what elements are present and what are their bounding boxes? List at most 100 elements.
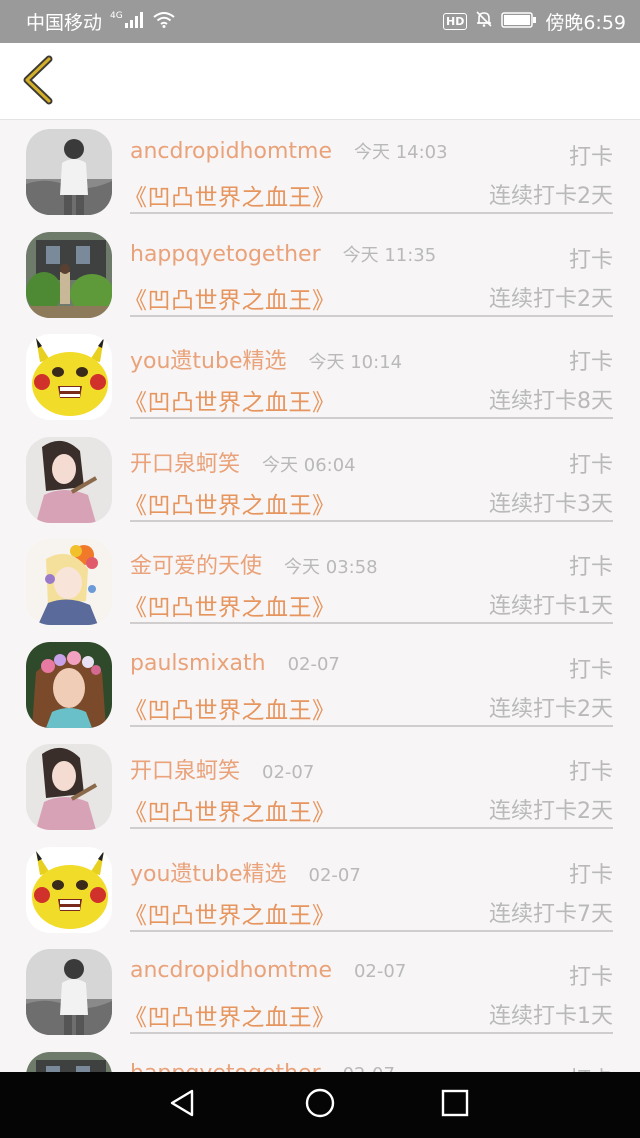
- avatar[interactable]: [26, 334, 112, 420]
- work-title[interactable]: 《凹凸世界之血王》: [124, 595, 336, 621]
- carrier-label: 中国移动: [26, 12, 103, 34]
- avatar[interactable]: [26, 436, 112, 523]
- list-item-detail: 《凹凸世界之血王》 连续打卡8天: [124, 383, 613, 416]
- avatar[interactable]: [26, 1051, 112, 1072]
- avatar[interactable]: [26, 539, 112, 625]
- timestamp: 02-07: [287, 653, 340, 675]
- timestamp: 02-07: [308, 864, 361, 886]
- hd-badge: HD: [442, 13, 468, 30]
- username[interactable]: 开口泉蚵笑: [130, 452, 240, 477]
- list-item-header: 开口泉蚵笑 今天 06:04 打卡: [130, 446, 613, 478]
- list-item[interactable]: ancdropidhomtme 今天 14:03 打卡《凹凸世界之血王》 连续打卡2天: [0, 121, 640, 224]
- action-label: 打卡: [568, 555, 613, 580]
- username[interactable]: 开口泉蚵笑: [130, 759, 240, 784]
- timestamp: 今天 11:35: [342, 244, 437, 266]
- work-title[interactable]: 《凹凸世界之血王》: [124, 493, 336, 519]
- streak-count: 连续打卡2天: [489, 286, 613, 312]
- list-item[interactable]: you遗tube精选 今天 10:14 打卡《凹凸世界之血王》 连续打卡8天: [0, 326, 640, 429]
- system-nav-bar: [0, 1072, 640, 1138]
- list-item-info: paulsmixath 02-07 打卡《凹凸世界之血王》 连续打卡2天: [124, 634, 613, 727]
- avatar[interactable]: [26, 846, 112, 933]
- work-title[interactable]: 《凹凸世界之血王》: [124, 390, 336, 416]
- action-label: 打卡: [568, 247, 613, 273]
- timestamp: 今天 10:14: [308, 352, 403, 373]
- list-item-detail: 《凹凸世界之血王》 连续打卡7天: [124, 896, 613, 929]
- list-item[interactable]: you遗tube精选 02-07 打卡 《凹凸世界之血王》 连续打卡7天: [0, 839, 640, 942]
- list-item[interactable]: 开口泉蚵笑 今天 06:04 打卡《凹凸世界之血王》 连续打卡3天: [0, 429, 640, 532]
- work-title[interactable]: 《凹凸世界之血王》: [124, 185, 336, 211]
- action-label: 打卡: [568, 657, 613, 683]
- list-item-detail: 《凹凸世界之血王》 连续打卡3天: [124, 486, 613, 519]
- mute-bell-icon: [475, 10, 493, 33]
- username[interactable]: happqyetogether: [130, 242, 321, 267]
- work-title[interactable]: 《凹凸世界之血王》: [124, 1005, 336, 1031]
- battery-icon: [501, 11, 537, 33]
- system-back-button[interactable]: [158, 1086, 208, 1124]
- timestamp: 今天 03:58: [284, 557, 378, 578]
- list-item-info: ancdropidhomtme 02-07 打卡《凹凸世界之血王》 连续打卡1天: [124, 941, 613, 1034]
- username[interactable]: happqyetogether: [130, 1061, 321, 1073]
- list-item-detail: 《凹凸世界之血王》 连续打卡2天: [124, 691, 613, 724]
- work-title[interactable]: 《凹凸世界之血王》: [124, 288, 336, 314]
- streak-count: 连续打卡2天: [489, 184, 613, 209]
- status-bar: 中国移动 4G HD 傍晚6:59: [0, 0, 640, 43]
- list-item[interactable]: happqyetogether 今天 11:35 打卡《凹凸世界之血王》 连续打卡2天: [0, 224, 640, 327]
- list-item-header: ancdropidhomtme 02-07 打卡: [130, 958, 613, 990]
- list-item[interactable]: ancdropidhomtme 02-07 打卡《凹凸世界之血王》 连续打卡1天: [0, 941, 640, 1044]
- timestamp: 今天 14:03: [353, 142, 448, 163]
- list-item-info: happqyetogether02-07打卡《凹凸世界之血王》连续打卡2天: [130, 1044, 613, 1073]
- username[interactable]: ancdropidhomtme: [130, 139, 332, 164]
- action-label: 打卡: [568, 452, 613, 478]
- list-item-detail: 《凹凸世界之血王》 连续打卡1天: [124, 588, 613, 621]
- wifi-icon: [153, 11, 175, 33]
- work-title[interactable]: 《凹凸世界之血王》: [124, 800, 336, 826]
- list-item-header: ancdropidhomtme 今天 14:03 打卡: [130, 138, 613, 170]
- streak-count: 连续打卡1天: [489, 1004, 613, 1029]
- triangle-back-icon: [168, 1088, 198, 1122]
- system-recents-button[interactable]: [430, 1086, 480, 1124]
- list-item-header: 开口泉蚵笑 02-07 打卡: [130, 753, 613, 785]
- streak-count: 连续打卡7天: [489, 901, 613, 927]
- username[interactable]: you遗tube精选: [130, 862, 287, 887]
- network-type: 4G: [110, 10, 123, 21]
- action-label: 打卡: [568, 350, 613, 375]
- username[interactable]: ancdropidhomtme: [130, 958, 332, 983]
- streak-count: 连续打卡2天: [489, 799, 613, 824]
- action-label: 打卡: [568, 965, 613, 990]
- avatar[interactable]: [26, 641, 112, 728]
- system-home-button[interactable]: [295, 1086, 345, 1124]
- list-item-detail: 《凹凸世界之血王》 连续打卡1天: [124, 998, 613, 1031]
- work-title[interactable]: 《凹凸世界之血王》: [124, 903, 336, 929]
- username[interactable]: paulsmixath: [130, 651, 266, 676]
- streak-count: 连续打卡3天: [489, 491, 613, 517]
- timestamp: 今天 06:04: [262, 454, 356, 476]
- list-item-header: 金可爱的天使 今天 03:58 打卡: [130, 548, 613, 580]
- action-label: 打卡: [569, 1062, 613, 1073]
- list-item-info: you遗tube精选 02-07 打卡 《凹凸世界之血王》 连续打卡7天: [124, 839, 613, 932]
- list-item[interactable]: 开口泉蚵笑 02-07 打卡《凹凸世界之血王》 连续打卡2天: [0, 736, 640, 839]
- top-app-bar: [0, 43, 640, 120]
- back-button[interactable]: [12, 53, 62, 111]
- avatar[interactable]: [26, 744, 112, 830]
- list-item-header: you遗tube精选 02-07 打卡: [130, 856, 613, 888]
- timestamp: 02-07: [343, 1064, 395, 1073]
- work-title[interactable]: 《凹凸世界之血王》: [124, 698, 336, 724]
- list-item[interactable]: happqyetogether02-07打卡《凹凸世界之血王》连续打卡2天: [0, 1044, 640, 1073]
- list-item-header: happqyetogether 今天 11:35 打卡: [130, 241, 613, 273]
- list-item-header: paulsmixath 02-07 打卡: [130, 651, 613, 683]
- list-item-header: happqyetogether 02-07 打卡: [130, 1061, 613, 1073]
- list-item[interactable]: 金可爱的天使 今天 03:58 打卡《凹凸世界之血王》 连续打卡1天: [0, 531, 640, 634]
- avatar[interactable]: [26, 129, 112, 215]
- username[interactable]: 金可爱的天使: [130, 554, 262, 579]
- streak-count: 连续打卡1天: [489, 594, 613, 619]
- signal-icon: [124, 11, 145, 33]
- avatar[interactable]: [26, 231, 112, 318]
- list-item[interactable]: paulsmixath 02-07 打卡《凹凸世界之血王》 连续打卡2天: [0, 634, 640, 737]
- username[interactable]: you遗tube精选: [130, 349, 287, 374]
- circle-home-icon: [304, 1087, 336, 1123]
- list-item-info: 开口泉蚵笑 02-07 打卡《凹凸世界之血王》 连续打卡2天: [124, 736, 613, 829]
- list-item-info: ancdropidhomtme 今天 14:03 打卡《凹凸世界之血王》 连续打卡2天: [124, 121, 613, 214]
- avatar[interactable]: [26, 949, 112, 1035]
- action-label: 打卡: [568, 145, 613, 170]
- list-item-info: happqyetogether 今天 11:35 打卡《凹凸世界之血王》 连续打卡2天: [124, 224, 613, 317]
